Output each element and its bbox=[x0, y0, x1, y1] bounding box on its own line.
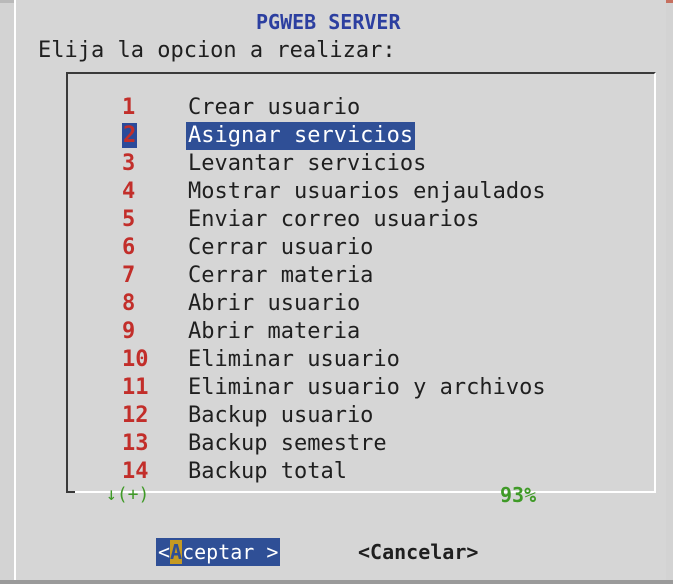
accept-button-prefix: < bbox=[158, 540, 171, 564]
window-bottom-strip bbox=[0, 580, 673, 584]
menu-item-key: 11 bbox=[122, 375, 149, 400]
menu-dialog: PGWEB SERVER Elija la opcion a realizar:… bbox=[14, 0, 666, 582]
menu-item-label: Mostrar usuarios enjaulados bbox=[188, 179, 546, 204]
menu-item-label: Cerrar usuario bbox=[188, 235, 374, 260]
menu-item-label: Asignar servicios bbox=[186, 122, 416, 150]
menu-item-label: Backup total bbox=[188, 459, 347, 484]
dialog-title: PGWEB SERVER bbox=[256, 10, 401, 34]
menu-item-label: Eliminar usuario bbox=[188, 347, 400, 372]
menu-item-key: 3 bbox=[122, 151, 136, 176]
menu-item-label: Enviar correo usuarios bbox=[188, 207, 480, 232]
cancel-button[interactable]: <Cancelar> bbox=[358, 538, 478, 566]
menu-item-label: Backup semestre bbox=[188, 431, 387, 456]
menu-item-label: Levantar servicios bbox=[188, 151, 427, 176]
menu-item-key: 8 bbox=[122, 291, 136, 316]
menu-item-key: 10 bbox=[122, 347, 149, 372]
menu-item-key-highlight: 2 bbox=[122, 123, 138, 148]
dialog-prompt: Elija la opcion a realizar: bbox=[38, 38, 396, 63]
accept-button-label: ceptar > bbox=[182, 540, 279, 564]
menu-item-key: 7 bbox=[122, 263, 136, 288]
menu-item-key: 1 bbox=[122, 95, 136, 120]
menu-item-key: 6 bbox=[122, 235, 136, 260]
accept-button[interactable]: <Aceptar > bbox=[156, 538, 281, 566]
menu-item-key: 2 bbox=[122, 122, 158, 150]
accept-button-hotkey: A bbox=[170, 540, 183, 564]
menu-item-key: 14 bbox=[122, 459, 149, 484]
menu-item-key: 4 bbox=[122, 179, 136, 204]
scroll-down-indicator: ↓(+) bbox=[106, 484, 150, 505]
menu-item-label: Abrir usuario bbox=[188, 291, 361, 316]
menu-item-key: 12 bbox=[122, 403, 149, 428]
menu-item-label: Backup usuario bbox=[188, 403, 374, 428]
scroll-percent: 93% bbox=[500, 483, 537, 507]
menu-item-label: Abrir materia bbox=[188, 319, 361, 344]
menu-item-label: Eliminar usuario y archivos bbox=[188, 375, 546, 400]
menu-box: 1 Crear usuario 2 Asignar servicios 3 Levanta… bbox=[66, 72, 656, 493]
menu-item-key: 13 bbox=[122, 431, 149, 456]
menu-item-label: Cerrar materia bbox=[188, 263, 374, 288]
menu-item-key: 9 bbox=[122, 319, 136, 344]
menu-box-corner bbox=[66, 491, 75, 493]
terminal-screen: PGWEB SERVER Elija la opcion a realizar:… bbox=[0, 0, 673, 584]
menu-item-key: 5 bbox=[122, 207, 136, 232]
menu-item-label: Crear usuario bbox=[188, 95, 361, 120]
